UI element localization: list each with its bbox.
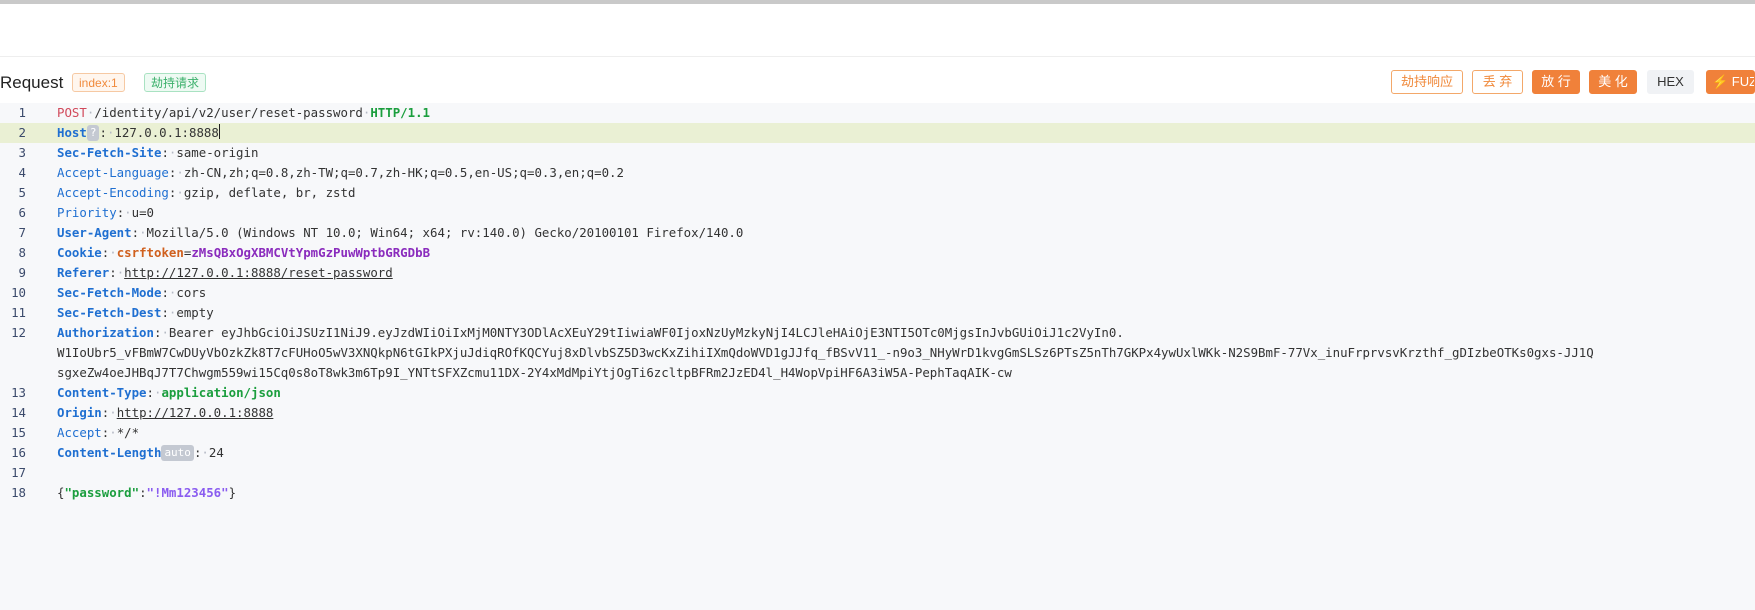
- header-key: Host: [57, 125, 87, 140]
- code-line: 10 Sec-Fetch-Mode:·cors: [0, 283, 1755, 303]
- header-key: Accept: [57, 425, 102, 440]
- code-line: 4 Accept-Language:·zh-CN,zh;q=0.8,zh-TW;…: [0, 163, 1755, 183]
- header-key: Referer: [57, 265, 110, 280]
- line-number: 5: [18, 185, 26, 200]
- cookie-name: csrftoken: [116, 245, 184, 260]
- help-badge[interactable]: ?: [86, 125, 100, 141]
- request-header: Request index:1 劫持请求 劫持响应 丢 弃 放 行 美 化 HE…: [0, 63, 1755, 103]
- header-key: Authorization: [57, 325, 154, 340]
- code-line: 8 Cookie:·csrftoken=zMsQBxOgXBMCVtYpmGzP…: [0, 243, 1755, 263]
- header-key: Content-Length: [57, 445, 162, 460]
- header-key: Sec-Fetch-Site: [57, 145, 162, 160]
- http-method: POST: [57, 105, 87, 120]
- code-line: 15 Accept:·*/*: [0, 423, 1755, 443]
- header-value: application/json: [161, 385, 281, 400]
- line-number: 1: [18, 105, 26, 120]
- origin-link[interactable]: http://127.0.0.1:8888: [117, 405, 274, 420]
- index-tag: index:1: [72, 73, 125, 92]
- auth-token-part1: Bearer eyJhbGciOiJSUzI1NiJ9.eyJzdWIiOiIx…: [168, 325, 1124, 340]
- line-number: 18: [11, 485, 26, 500]
- header-value: u=0: [131, 205, 155, 220]
- code-line-wrapped: sgxeZw4oeJHBqJ7T7Chwgm559wi15Cq0s8oT8wk3…: [0, 363, 1755, 383]
- line-number: 14: [11, 405, 26, 420]
- header-key: Priority: [57, 205, 117, 220]
- line-number: 4: [18, 165, 26, 180]
- header-value: zh-CN,zh;q=0.8,zh-TW;q=0.7,zh-HK;q=0.5,e…: [183, 165, 624, 180]
- request-path: /identity/api/v2/user/reset-password: [94, 105, 363, 120]
- line-number: 17: [11, 465, 26, 480]
- code-line: 11 Sec-Fetch-Dest:·empty: [0, 303, 1755, 323]
- line-number: 15: [11, 425, 26, 440]
- json-value: "!Mm123456": [146, 485, 229, 500]
- line-number: 10: [11, 285, 26, 300]
- hex-button[interactable]: HEX: [1647, 70, 1694, 94]
- code-line-active: 2 Host?:·127.0.0.1:8888: [0, 123, 1755, 143]
- code-line: 9 Referer:·http://127.0.0.1:8888/reset-p…: [0, 263, 1755, 283]
- auto-badge[interactable]: auto: [161, 445, 194, 461]
- header-key: Accept-Language: [57, 165, 169, 180]
- fuzz-button[interactable]: ⚡ FUZ: [1706, 70, 1755, 94]
- code-line: 18 {"password":"!Mm123456"}: [0, 483, 1755, 503]
- code-line: 3 Sec-Fetch-Site:·same-origin: [0, 143, 1755, 163]
- header-key: User-Agent: [57, 225, 132, 240]
- header-key: Sec-Fetch-Mode: [57, 285, 162, 300]
- text-cursor: [218, 124, 220, 139]
- code-line: 12 Authorization:·Bearer eyJhbGciOiJSUzI…: [0, 323, 1755, 343]
- header-key: Sec-Fetch-Dest: [57, 305, 162, 320]
- beautify-button[interactable]: 美 化: [1589, 70, 1637, 94]
- header-value: 127.0.0.1:8888: [114, 125, 219, 140]
- header-value: 24: [208, 445, 224, 460]
- line-number: 11: [11, 305, 26, 320]
- line-number: 16: [11, 445, 26, 460]
- header-value: cors: [176, 285, 207, 300]
- line-number: 13: [11, 385, 26, 400]
- code-line: 1 POST·/identity/api/v2/user/reset-passw…: [0, 103, 1755, 123]
- hijack-response-button[interactable]: 劫持响应: [1391, 70, 1463, 94]
- code-line: 14 Origin:·http://127.0.0.1:8888: [0, 403, 1755, 423]
- discard-button[interactable]: 丢 弃: [1472, 70, 1523, 94]
- header-value: gzip, deflate, br, zstd: [183, 185, 356, 200]
- referer-link[interactable]: http://127.0.0.1:8888/reset-password: [124, 265, 393, 280]
- header-key: Cookie: [57, 245, 102, 260]
- line-number: 12: [11, 325, 26, 340]
- header-value: empty: [176, 305, 214, 320]
- hijack-request-tag: 劫持请求: [144, 73, 207, 92]
- code-line: 5 Accept-Encoding:·gzip, deflate, br, zs…: [0, 183, 1755, 203]
- cookie-value: zMsQBxOgXBMCVtYpmGzPuwWptbGRGDbB: [191, 245, 431, 260]
- code-line-wrapped: W1IoUbr5_vFBmW7CwDUyVbOzkZk8T7cFUHoO5wV3…: [0, 343, 1755, 363]
- header-value: same-origin: [176, 145, 259, 160]
- auth-token-part3: sgxeZw4oeJHBqJ7T7Chwgm559wi15Cq0s8oT8wk3…: [57, 365, 1012, 380]
- code-line: 13 Content-Type:·application/json: [0, 383, 1755, 403]
- header-key: Accept-Encoding: [57, 185, 169, 200]
- line-number: 3: [18, 145, 26, 160]
- header-value: Mozilla/5.0 (Windows NT 10.0; Win64; x64…: [146, 225, 744, 240]
- code-line: 16 Content-Length auto:·24: [0, 443, 1755, 463]
- code-line: 6 Priority:·u=0: [0, 203, 1755, 223]
- toolbar-area: [0, 4, 1755, 57]
- json-key: "password": [64, 485, 140, 500]
- request-editor[interactable]: 1 POST·/identity/api/v2/user/reset-passw…: [0, 103, 1755, 610]
- line-number: 8: [18, 245, 26, 260]
- line-number: 7: [18, 225, 26, 240]
- forward-button[interactable]: 放 行: [1532, 70, 1580, 94]
- line-number: 2: [18, 125, 26, 140]
- line-number: 6: [18, 205, 26, 220]
- header-key: Origin: [57, 405, 102, 420]
- code-line: 17: [0, 463, 1755, 483]
- header-value: */*: [116, 425, 140, 440]
- code-line: 7 User-Agent:·Mozilla/5.0 (Windows NT 10…: [0, 223, 1755, 243]
- panel-title: Request: [0, 73, 64, 92]
- http-version: HTTP/1.1: [370, 105, 431, 120]
- header-key: Content-Type: [57, 385, 147, 400]
- line-number: 9: [18, 265, 26, 280]
- auth-token-part2: W1IoUbr5_vFBmW7CwDUyVbOzkZk8T7cFUHoO5wV3…: [57, 345, 1594, 360]
